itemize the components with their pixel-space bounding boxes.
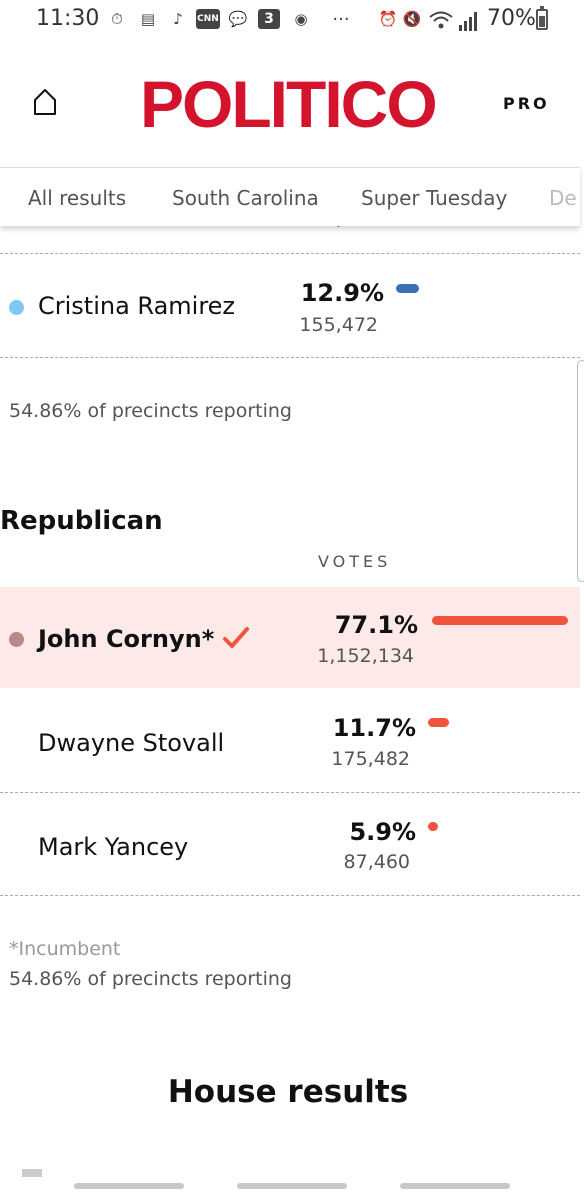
candidate-row-stovall[interactable]: Dwayne Stovall 11.7% 175,482 — [0, 689, 580, 792]
timer-icon: ⏱ — [111, 10, 123, 28]
account-icon: ◉ — [294, 10, 308, 28]
candidate-color-dot — [9, 300, 24, 315]
chat-icon: 💬 — [228, 10, 248, 28]
candidate-row-yancey[interactable]: Mark Yancey 5.9% 87,460 — [0, 793, 580, 895]
wifi-icon — [428, 9, 454, 31]
nav-back[interactable] — [400, 1183, 510, 1189]
vote-share-bar — [396, 284, 419, 293]
vote-share-bar — [432, 616, 568, 625]
party-heading: Republican — [0, 506, 163, 536]
battery-percent: 70% — [487, 6, 536, 31]
candidate-color-dot — [9, 632, 24, 647]
tab-south-carolina[interactable]: South Carolina — [172, 186, 319, 210]
tab-more[interactable]: De — [549, 186, 577, 210]
mute-icon: 🔇 — [402, 10, 422, 28]
alarm-icon: ⏰ — [378, 10, 398, 28]
more-icon: ··· — [332, 8, 350, 30]
votes-column-header: VOTES — [318, 552, 392, 571]
winner-check-icon — [222, 625, 250, 651]
incumbent-footnote: *Incumbent — [9, 938, 121, 960]
candidate-name-text: John Cornyn — [38, 625, 202, 653]
home-icon[interactable] — [30, 86, 60, 118]
row-divider — [0, 895, 580, 896]
candidate-name: Dwayne Stovall — [38, 729, 225, 757]
vote-percent: 5.9% — [349, 818, 416, 846]
tab-super-tuesday[interactable]: Super Tuesday — [361, 186, 507, 210]
candidate-name: Mark Yancey — [38, 833, 189, 861]
candidate-row-cornyn[interactable]: John Cornyn* 77.1% 1,152,134 — [0, 587, 580, 688]
pro-link[interactable]: PRO — [503, 94, 550, 113]
scroll-indicator[interactable] — [577, 360, 584, 582]
tab-all-results[interactable]: All results — [28, 186, 126, 210]
vote-share-bar — [428, 822, 438, 831]
battery-icon — [536, 6, 548, 30]
weather-3-icon: 3 — [258, 9, 280, 29]
vote-share-bar — [428, 718, 449, 727]
signal-icon — [458, 11, 480, 31]
candidate-name: John Cornyn* — [38, 625, 214, 653]
battery-level — [539, 16, 545, 27]
nav-recents[interactable] — [74, 1183, 184, 1189]
vote-count: 1,152,134 — [317, 645, 414, 667]
status-bar: 11:30 ⏱ ▤ ♪ CNN 💬 3 ◉ ··· ⏰ 🔇 70% — [0, 0, 584, 40]
results-tabs: All results South Carolina Super Tuesday… — [0, 167, 580, 226]
vote-percent: 11.7% — [332, 714, 416, 742]
vote-count: 155,472 — [299, 314, 378, 336]
vote-count: 87,460 — [343, 851, 410, 873]
vote-percent: 12.9% — [300, 279, 384, 307]
candidate-row-ramirez[interactable]: Cristina Ramirez 12.9% 155,472 — [0, 254, 580, 357]
cut-off-content — [22, 1169, 42, 1177]
cnn-icon: CNN — [196, 9, 220, 29]
politico-logo[interactable]: POLITICO — [140, 66, 438, 142]
candidate-name: Cristina Ramirez — [38, 292, 236, 320]
tiktok-icon: ♪ — [173, 10, 183, 28]
news-icon: ▤ — [140, 10, 156, 28]
nav-home[interactable] — [237, 1183, 347, 1189]
precincts-reporting: 54.86% of precincts reporting — [9, 400, 292, 422]
row-divider — [0, 357, 580, 358]
incumbent-marker: * — [201, 625, 215, 653]
vote-percent: 77.1% — [334, 611, 418, 639]
status-time: 11:30 — [36, 6, 100, 31]
house-results-heading: House results — [167, 1074, 409, 1110]
vote-count: 175,482 — [331, 748, 410, 770]
precincts-reporting: 54.86% of precincts reporting — [9, 968, 292, 990]
